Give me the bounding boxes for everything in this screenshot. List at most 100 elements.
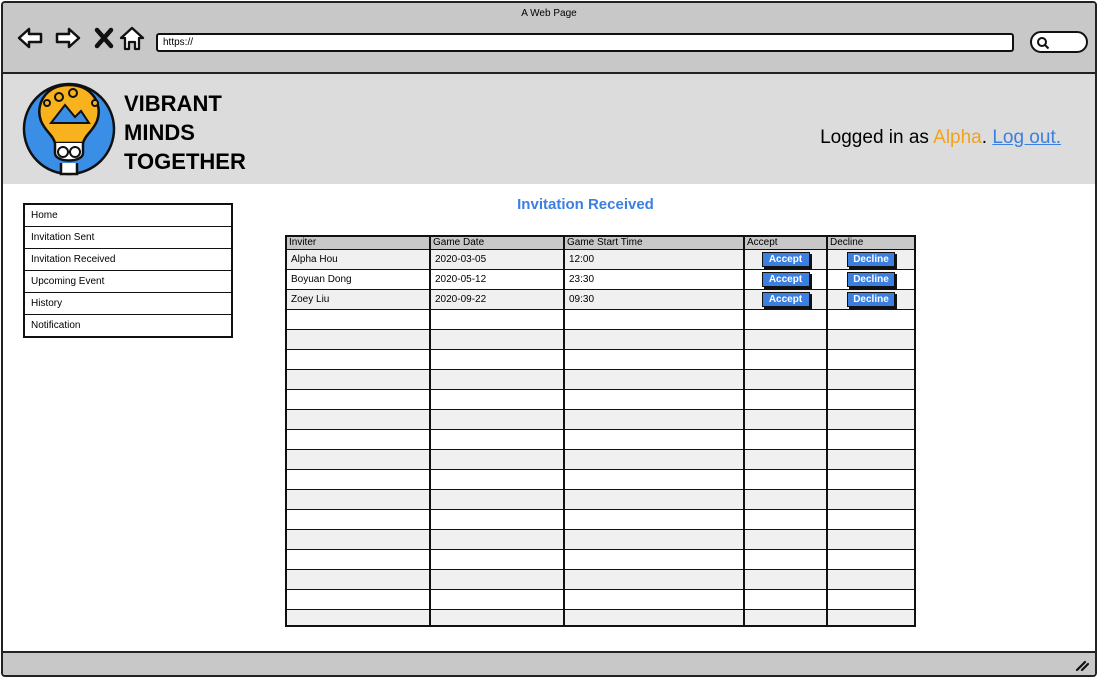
- cell-decline: [827, 429, 914, 450]
- close-x-icon: [94, 27, 114, 49]
- cell-game-date: 2020-05-12: [430, 269, 565, 290]
- search-icon: [1037, 37, 1050, 50]
- table-row: [287, 329, 914, 350]
- cell-accept: [744, 369, 828, 390]
- browser-window: A Web Page https:// VIBRANT MINDS TOGETH…: [1, 1, 1097, 677]
- decline-button[interactable]: Decline: [847, 291, 895, 307]
- cell-accept: [744, 329, 828, 350]
- table-row: [287, 349, 914, 370]
- table-row: [287, 609, 914, 625]
- cell-game-start-time: 09:30: [564, 289, 745, 310]
- accept-button[interactable]: Accept: [761, 291, 810, 307]
- cell-accept: [744, 449, 828, 470]
- site-header: VIBRANT MINDS TOGETHER Logged in as Alph…: [3, 74, 1095, 184]
- cell-inviter: [287, 469, 431, 490]
- cell-accept: [744, 509, 828, 530]
- stop-button[interactable]: [89, 23, 119, 53]
- cell-game-start-time: [564, 369, 745, 390]
- cell-inviter: [287, 609, 431, 625]
- page-title: Invitation Received: [517, 196, 654, 213]
- cell-game-date: [430, 449, 565, 470]
- cell-game-start-time: [564, 409, 745, 430]
- cell-game-start-time: [564, 449, 745, 470]
- cell-inviter: [287, 429, 431, 450]
- cell-inviter: [287, 309, 431, 330]
- cell-inviter: Boyuan Dong: [287, 269, 431, 290]
- cell-inviter: [287, 589, 431, 610]
- cell-inviter: [287, 529, 431, 550]
- sidebar-nav: Home Invitation Sent Invitation Received…: [23, 203, 233, 338]
- cell-decline: [827, 449, 914, 470]
- cell-game-start-time: [564, 329, 745, 350]
- column-header-accept: Accept: [744, 237, 828, 250]
- cell-accept: [744, 489, 828, 510]
- cell-accept: [744, 549, 828, 570]
- cell-accept: [744, 569, 828, 590]
- sidebar-item-home[interactable]: Home: [25, 205, 231, 227]
- cell-game-date: 2020-09-22: [430, 289, 565, 310]
- cell-decline: [827, 549, 914, 570]
- accept-button[interactable]: Accept: [761, 251, 810, 267]
- cell-inviter: [287, 329, 431, 350]
- sidebar-item-invitation-sent[interactable]: Invitation Sent: [25, 227, 231, 249]
- cell-inviter: Alpha Hou: [287, 249, 431, 270]
- column-header-game-date: Game Date: [430, 237, 565, 250]
- cell-game-date: [430, 409, 565, 430]
- cell-game-date: [430, 529, 565, 550]
- resize-grip-icon[interactable]: [1075, 657, 1089, 671]
- cell-game-date: 2020-03-05: [430, 249, 565, 270]
- home-button[interactable]: [117, 23, 147, 53]
- cell-decline: [827, 609, 914, 625]
- cell-decline: [827, 529, 914, 550]
- login-status: Logged in as Alpha. Log out.: [820, 127, 1061, 149]
- cell-decline: [827, 509, 914, 530]
- brand-line: MINDS: [124, 120, 195, 145]
- cell-accept: [744, 609, 828, 625]
- cell-inviter: [287, 389, 431, 410]
- cell-decline: [827, 349, 914, 370]
- cell-game-start-time: 12:00: [564, 249, 745, 270]
- table-row: [287, 309, 914, 330]
- back-button[interactable]: [15, 23, 45, 53]
- sidebar-item-upcoming-event[interactable]: Upcoming Event: [25, 271, 231, 293]
- login-separator: .: [981, 127, 993, 148]
- cell-accept: [744, 309, 828, 330]
- forward-button[interactable]: [53, 23, 83, 53]
- browser-status-bar: [3, 651, 1095, 675]
- cell-game-date: [430, 609, 565, 625]
- sidebar-item-notification[interactable]: Notification: [25, 315, 231, 336]
- cell-decline: [827, 409, 914, 430]
- table-row: [287, 529, 914, 550]
- cell-game-date: [430, 469, 565, 490]
- cell-game-date: [430, 589, 565, 610]
- sidebar-item-history[interactable]: History: [25, 293, 231, 315]
- table-row: Boyuan Dong 2020-05-12 23:30 Accept Decline: [287, 269, 914, 290]
- cell-game-date: [430, 509, 565, 530]
- sidebar-item-invitation-received[interactable]: Invitation Received: [25, 249, 231, 271]
- cell-accept: [744, 409, 828, 430]
- table-header-row: Inviter Game Date Game Start Time Accept…: [287, 237, 914, 250]
- browser-search-field[interactable]: [1030, 31, 1088, 53]
- column-header-inviter: Inviter: [287, 237, 431, 250]
- cell-inviter: [287, 549, 431, 570]
- brand-line: VIBRANT: [124, 91, 222, 116]
- cell-game-start-time: [564, 429, 745, 450]
- table-row: [287, 489, 914, 510]
- decline-button[interactable]: Decline: [847, 271, 895, 287]
- cell-inviter: [287, 409, 431, 430]
- cell-decline: Decline: [827, 269, 914, 290]
- cell-decline: [827, 329, 914, 350]
- cell-game-start-time: [564, 349, 745, 370]
- column-header-decline: Decline: [827, 237, 914, 250]
- cell-game-start-time: [564, 309, 745, 330]
- logout-link[interactable]: Log out.: [992, 127, 1061, 148]
- table-row: [287, 509, 914, 530]
- brand-line: TOGETHER: [124, 149, 246, 174]
- cell-inviter: [287, 349, 431, 370]
- address-bar[interactable]: https://: [156, 33, 1014, 52]
- cell-decline: Decline: [827, 249, 914, 270]
- accept-button[interactable]: Accept: [761, 271, 810, 287]
- cell-game-start-time: [564, 609, 745, 625]
- cell-decline: [827, 309, 914, 330]
- decline-button[interactable]: Decline: [847, 251, 895, 267]
